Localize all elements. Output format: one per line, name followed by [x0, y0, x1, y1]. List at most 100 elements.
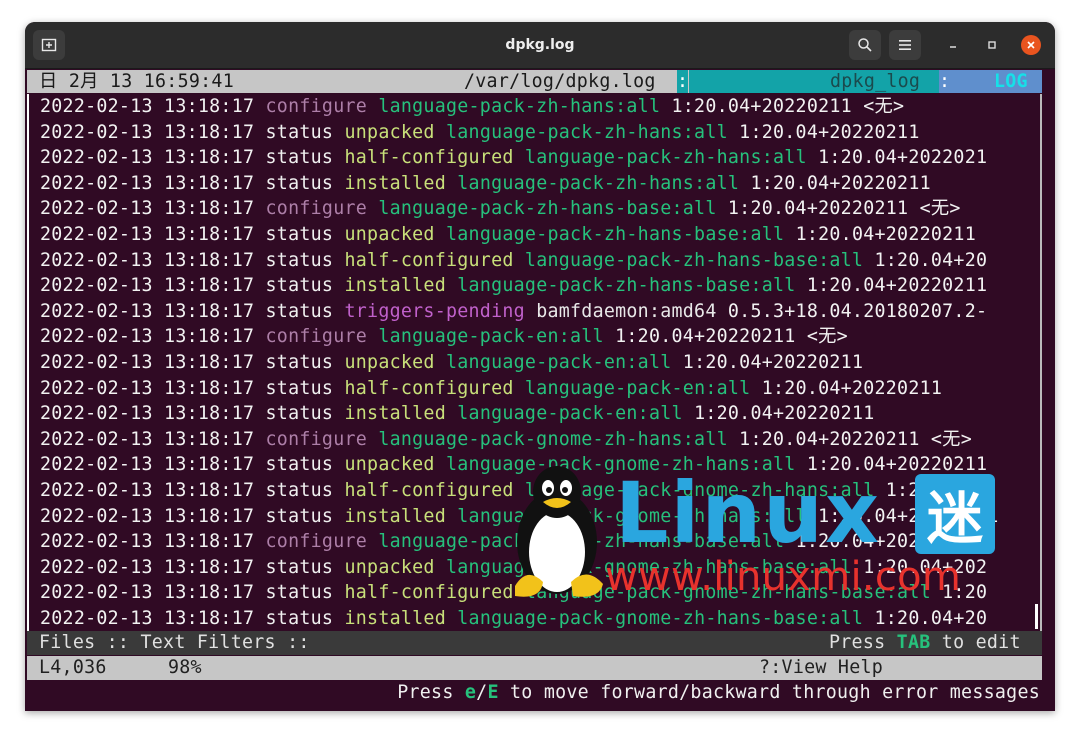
log-state: unpacked [344, 352, 435, 373]
log-line[interactable]: 2022-02-13 13:18:17 status unpacked lang… [40, 222, 976, 247]
log-line[interactable]: 2022-02-13 13:18:17 configure language-p… [40, 529, 976, 554]
clock: 日 2月 13 16:59:41 [39, 71, 234, 92]
log-version: 1:20.04+20220211 [761, 377, 943, 399]
log-action: status [265, 224, 334, 245]
log-timestamp: 2022-02-13 13:18:17 [40, 582, 255, 604]
log-line[interactable]: 2022-02-13 13:18:17 status unpacked lang… [40, 350, 863, 375]
key-e: e [464, 682, 477, 703]
log-line[interactable]: 2022-02-13 13:18:17 status installed lan… [40, 171, 931, 196]
log-line[interactable]: 2022-02-13 13:18:17 status installed lan… [40, 401, 875, 426]
log-package: language-pack-zh-hans:all [445, 121, 728, 143]
log-timestamp: 2022-02-13 13:18:17 [40, 121, 255, 143]
maximize-button[interactable] [982, 35, 1002, 55]
log-line[interactable]: 2022-02-13 13:18:17 status half-configur… [40, 376, 942, 401]
scrollbar-thumb[interactable] [1035, 604, 1038, 629]
help-slash: / [476, 682, 488, 703]
top-status-bar: 日 2月 13 16:59:41 /var/log/dpkg.log : dpk… [27, 70, 1042, 93]
files-filters-label[interactable]: Files :: Text Filters :: [39, 631, 310, 655]
log-state: half-configured [344, 249, 514, 271]
log-line[interactable]: 2022-02-13 13:18:17 configure language-p… [40, 427, 972, 452]
log-version: 1:20.04+20220211 [682, 352, 864, 373]
log-line[interactable]: 2022-02-13 13:18:17 status half-configur… [40, 580, 987, 605]
log-line[interactable]: 2022-02-13 13:18:17 status installed lan… [40, 273, 987, 298]
log-package: language-pack-zh-hans:all [524, 147, 807, 169]
terminal-content[interactable]: 日 2月 13 16:59:41 /var/log/dpkg.log : dpk… [25, 69, 1055, 711]
new-tab-icon [41, 38, 57, 52]
log-version: 1:20.04+20220211 [818, 505, 999, 527]
help-press: Press [397, 682, 465, 703]
log-timestamp: 2022-02-13 13:18:17 [40, 454, 255, 476]
log-version: 1:20.04+20220211 <无> [615, 326, 848, 348]
status-bar: L4,036 98% ?:View Help [27, 656, 1042, 680]
log-state: half-configured [344, 377, 514, 399]
log-state: unpacked [344, 556, 435, 578]
scroll-percent: 98% [168, 657, 202, 678]
log-action: status [265, 403, 334, 425]
log-state: half-configured [344, 582, 514, 604]
log-package: language-pack-zh-hans-base:all [378, 198, 717, 220]
log-line[interactable]: 2022-02-13 13:18:17 status installed lan… [40, 606, 987, 631]
hamburger-icon [899, 40, 911, 50]
log-line[interactable]: 2022-02-13 13:18:17 status installed lan… [40, 504, 999, 529]
log-version: 1:20.04+20 [874, 608, 988, 629]
log-state: installed [344, 608, 446, 629]
minimize-button[interactable] [943, 35, 963, 55]
log-package: language-pack-gnome-zh-hans-base:all [378, 531, 785, 553]
help-message: Press e/E to move forward/backward throu… [397, 681, 1040, 705]
log-state: unpacked [344, 121, 435, 143]
log-version: 1:20.04+20 [874, 249, 988, 271]
log-action: status [265, 300, 334, 322]
log-state: unpacked [344, 224, 435, 245]
log-timestamp: 2022-02-13 13:18:17 [40, 249, 255, 271]
log-timestamp: 2022-02-13 13:18:17 [40, 505, 255, 527]
log-line[interactable]: 2022-02-13 13:18:17 status half-configur… [40, 145, 987, 170]
log-line[interactable]: 2022-02-13 13:18:17 configure language-p… [40, 196, 961, 221]
search-button[interactable] [849, 30, 881, 60]
log-timestamp: 2022-02-13 13:18:17 [40, 198, 255, 220]
terminal-window: dpkg.log 日 2月 13 16:59:41 /var/log/dpkg.… [25, 22, 1055, 711]
log-line[interactable]: 2022-02-13 13:18:17 status unpacked lang… [40, 120, 920, 145]
log-state: installed [344, 275, 446, 297]
log-version: 1:20.04+20220211 <无> [727, 198, 961, 220]
log-version: 1:20.04+20220211 [750, 172, 931, 194]
log-line[interactable]: 2022-02-13 13:18:17 status unpacked lang… [40, 555, 987, 580]
log-timestamp: 2022-02-13 13:18:17 [40, 531, 255, 553]
view-help-hint[interactable]: ?:View Help [759, 656, 883, 680]
log-package: language-pack-en:all [378, 326, 604, 348]
file-path: /var/log/dpkg.log [464, 71, 656, 92]
log-line[interactable]: 2022-02-13 13:18:17 status half-configur… [40, 478, 987, 503]
log-version: 1:20.04+202 [863, 556, 988, 578]
log-version: 1:20.04+2022021 [818, 147, 988, 169]
separator: : [939, 71, 951, 92]
log-state: installed [344, 505, 446, 527]
log-package: language-pack-gnome-zh-hans:all [457, 505, 807, 527]
title-bar: dpkg.log [25, 22, 1055, 69]
log-version: 0.5.3+18.04.20180207.2- [727, 300, 988, 322]
log-version: 1:20.04+2 [885, 480, 988, 501]
log-action: status [265, 249, 334, 271]
log-line[interactable]: 2022-02-13 13:18:17 configure language-p… [40, 94, 904, 119]
log-package: language-pack-gnome-zh-hans-base:all [524, 582, 931, 604]
filter-bar: Files :: Text Filters :: Press TAB to ed… [27, 631, 1042, 655]
log-package: language-pack-zh-hans:all [378, 96, 661, 117]
close-button[interactable] [1021, 35, 1041, 55]
log-view[interactable]: 2022-02-13 13:18:17 configure language-p… [27, 94, 1042, 631]
log-action: status [265, 147, 334, 169]
line-number: L4,036 [39, 657, 107, 678]
log-line[interactable]: 2022-02-13 13:18:17 status half-configur… [40, 248, 987, 273]
log-timestamp: 2022-02-13 13:18:17 [40, 172, 255, 194]
log-line[interactable]: 2022-02-13 13:18:17 status unpacked lang… [40, 452, 987, 477]
log-action: status [265, 505, 334, 527]
new-tab-button[interactable] [33, 30, 65, 60]
log-timestamp: 2022-02-13 13:18:17 [40, 275, 255, 297]
log-line[interactable]: 2022-02-13 13:18:17 status triggers-pend… [40, 299, 987, 324]
log-version: 1:20.04+20220211 [806, 275, 988, 297]
log-action: configure [265, 96, 368, 117]
log-timestamp: 2022-02-13 13:18:17 [40, 96, 255, 117]
menu-button[interactable] [889, 30, 921, 60]
log-line[interactable]: 2022-02-13 13:18:17 configure language-p… [40, 324, 848, 349]
log-timestamp: 2022-02-13 13:18:17 [40, 377, 255, 399]
edit-hint: Press TAB to edit [829, 631, 1021, 655]
log-timestamp: 2022-02-13 13:18:17 [40, 403, 255, 425]
log-timestamp: 2022-02-13 13:18:17 [40, 147, 255, 169]
